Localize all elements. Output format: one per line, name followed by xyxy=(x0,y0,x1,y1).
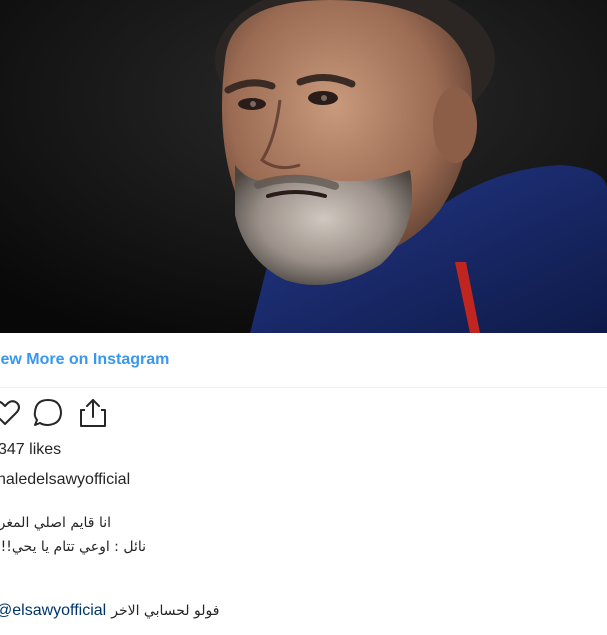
comment-icon[interactable] xyxy=(31,396,65,430)
view-more-on-instagram-link[interactable]: iew More on Instagram xyxy=(0,351,169,369)
post-username[interactable]: haledelsawyofficial xyxy=(0,471,130,489)
instagram-embed: iew More on Instagram 347 likes haledels… xyxy=(0,0,607,635)
divider xyxy=(0,387,607,388)
mention-handle: elsawyofficial xyxy=(12,602,107,619)
follow-text: فولو لحسابي الاخر xyxy=(111,603,220,619)
mention-line: @elsawyofficial فولو لحسابي الاخر xyxy=(0,602,219,620)
post-photo[interactable] xyxy=(0,0,607,333)
mention-link[interactable]: @elsawyofficial xyxy=(0,602,106,619)
share-icon[interactable] xyxy=(76,396,110,430)
post-photo-illustration xyxy=(0,0,607,333)
heart-icon[interactable] xyxy=(0,396,22,430)
caption-line-2: !!!!نائل : اوعي تتام يا يحي xyxy=(0,539,146,555)
likes-count[interactable]: 347 likes xyxy=(0,441,61,459)
caption-line-1: انا قايم اصلي المغر xyxy=(0,515,111,531)
